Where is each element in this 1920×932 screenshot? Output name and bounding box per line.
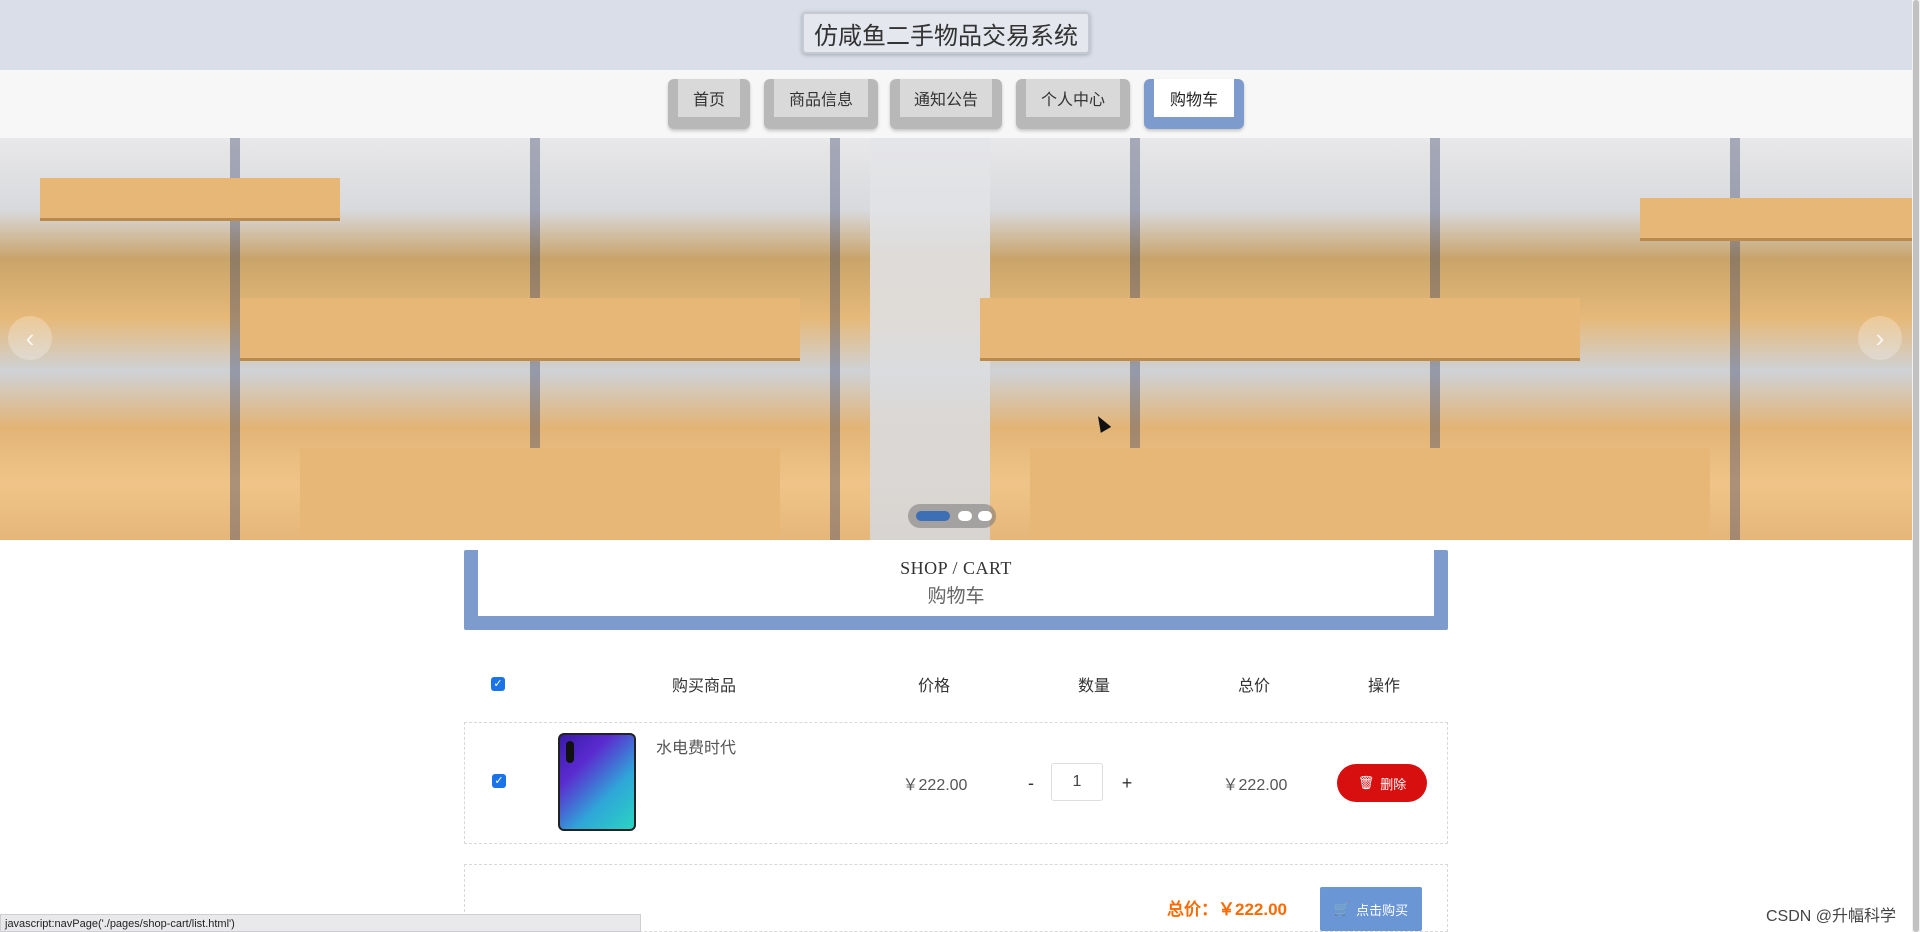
cart-icon: 🛒 xyxy=(1333,901,1351,916)
nav-item-label: 通知公告 xyxy=(900,79,992,117)
check-icon: ✓ xyxy=(494,774,504,787)
quantity-input[interactable]: 1 xyxy=(1051,763,1103,801)
nav-item-profile[interactable]: 个人中心 xyxy=(1016,79,1130,129)
delete-button[interactable]: 🗑 删除 xyxy=(1337,764,1427,802)
browser-status-bar: javascript:navPage('./pages/shop-cart/li… xyxy=(0,914,641,932)
header-product: 购买商品 xyxy=(671,678,736,695)
product-name[interactable]: 水电费时代 xyxy=(656,733,736,759)
banner-desk xyxy=(1030,448,1710,540)
carousel-dot-3[interactable] xyxy=(978,511,992,521)
page-scrollbar[interactable] xyxy=(1912,0,1920,932)
phone-camera-icon xyxy=(566,741,574,763)
nav-item-notices[interactable]: 通知公告 xyxy=(890,79,1002,129)
banner-desk xyxy=(40,178,340,218)
buy-label: 点击购买 xyxy=(1356,902,1409,918)
header-action: 操作 xyxy=(1367,678,1400,695)
nav-item-cart[interactable]: 购物车 xyxy=(1144,79,1244,129)
banner-image-aisle xyxy=(870,138,990,540)
delete-label: 删除 xyxy=(1380,776,1407,792)
select-all-checkbox[interactable]: ✓ xyxy=(491,677,505,691)
chevron-right-icon: › xyxy=(1875,322,1885,353)
quantity-minus-button[interactable]: - xyxy=(1021,763,1041,803)
watermark: CSDN @升幅科学 xyxy=(1766,908,1897,925)
banner-desk xyxy=(980,298,1580,358)
grand-total: 总价：￥222.00 xyxy=(1167,895,1287,920)
banner-carousel: ‹ › xyxy=(0,138,1912,540)
banner-desk xyxy=(240,298,800,358)
carousel-dot-2[interactable] xyxy=(958,511,972,521)
site-title: 仿咸鱼二手物品交易系统 xyxy=(802,12,1090,54)
quantity-plus-button[interactable]: + xyxy=(1117,763,1137,803)
row-checkbox[interactable]: ✓ xyxy=(492,774,506,788)
trash-icon: 🗑 xyxy=(1357,775,1375,790)
nav-item-label: 首页 xyxy=(678,79,740,117)
total-value: ￥222.00 xyxy=(1218,900,1287,919)
check-icon: ✓ xyxy=(493,677,503,690)
nav-item-label: 商品信息 xyxy=(774,79,868,117)
header-bar: 仿咸鱼二手物品交易系统 xyxy=(0,0,1912,70)
section-title-en: SHOP / CART xyxy=(900,558,1012,578)
header-total: 总价 xyxy=(1237,678,1270,695)
product-price: ￥222.00 xyxy=(902,777,968,794)
buy-button[interactable]: 🛒 点击购买 xyxy=(1320,887,1422,931)
carousel-indicators xyxy=(908,504,996,528)
nav-item-label: 购物车 xyxy=(1154,79,1234,117)
product-thumbnail[interactable] xyxy=(558,733,636,831)
main-nav: 首页 商品信息 通知公告 个人中心 购物车 xyxy=(0,70,1912,138)
section-title-cn: 购物车 xyxy=(927,586,985,607)
carousel-next-button[interactable]: › xyxy=(1858,316,1902,360)
banner-desk xyxy=(1640,198,1912,238)
cart-row: ✓ 水电费时代 ￥222.00 - 1 + ￥222.00 🗑 删除 xyxy=(464,722,1448,844)
banner-desk xyxy=(300,448,780,540)
total-label: 总价： xyxy=(1167,900,1218,919)
section-title-box: SHOP / CART 购物车 xyxy=(464,550,1448,630)
chevron-left-icon: ‹ xyxy=(25,322,35,353)
carousel-dot-1[interactable] xyxy=(916,511,950,521)
nav-item-home[interactable]: 首页 xyxy=(668,79,750,129)
nav-item-label: 个人中心 xyxy=(1026,79,1120,117)
cart-table-header: ✓ 购买商品 价格 数量 总价 操作 xyxy=(464,660,1448,708)
header-price: 价格 xyxy=(917,678,950,695)
row-total: ￥222.00 xyxy=(1222,777,1288,794)
nav-item-products[interactable]: 商品信息 xyxy=(764,79,878,129)
header-quantity: 数量 xyxy=(1077,678,1110,695)
scrollbar-thumb[interactable] xyxy=(1913,0,1919,932)
page: 仿咸鱼二手物品交易系统 首页 商品信息 通知公告 个人中心 购物车 ‹ › SH… xyxy=(0,0,1920,932)
section-title-inner: SHOP / CART 购物车 xyxy=(478,550,1434,616)
carousel-prev-button[interactable]: ‹ xyxy=(8,316,52,360)
